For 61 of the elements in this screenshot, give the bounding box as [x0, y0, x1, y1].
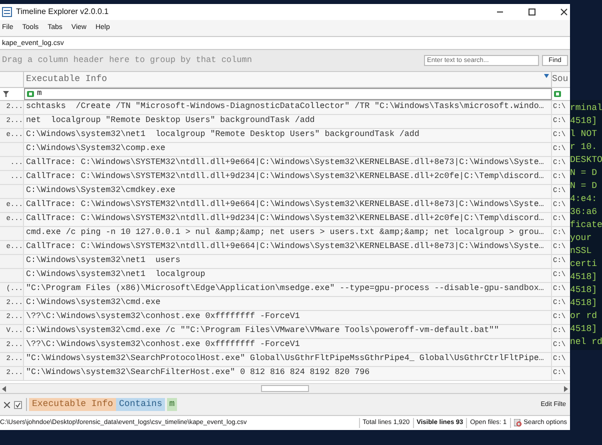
column-header[interactable]: Sou — [552, 72, 570, 87]
terminal-line: 4518] — [570, 115, 598, 128]
condition-icon — [554, 91, 561, 97]
filter-checkbox[interactable] — [14, 400, 22, 408]
table-cell-text: C:\Windows\System32\cmdkey.exe — [26, 185, 176, 198]
terminal-line: N = D — [570, 167, 598, 180]
filter-icon — [3, 91, 9, 97]
terminal-line: your — [570, 232, 593, 245]
terminal-line: nel rd — [570, 336, 602, 349]
terminal-line: 4518] — [570, 297, 598, 310]
terminal-line: nSSL — [570, 245, 593, 258]
window-title: Timeline Explorer v2.0.0.1 — [16, 6, 109, 18]
terminal-line: r 10. — [570, 141, 598, 154]
sort-icon — [544, 74, 549, 78]
maximize-icon[interactable] — [528, 8, 536, 16]
table-cell-text: \??\C:\Windows\system32\conhost.exe 0xffffffff -ForceV1 — [26, 339, 300, 352]
terminal-line: rminal — [570, 102, 602, 115]
table-cell-text: "C:\Windows\system32\SearchProtocolHost.exe" Global\UsGthrFltPipeMssGthrPipe4_ Global\UsGthrCtrlFltPipe… — [26, 353, 544, 366]
terminal-line: certi — [570, 258, 598, 271]
terminal-line: 4518] — [570, 284, 598, 297]
table-cell-text: \??\C:\Windows\system32\conhost.exe 0xffffffff -ForceV1 — [26, 311, 300, 324]
table-cell-text: CallTrace: C:\Windows\SYSTEM32\ntdll.dll+9d234|C:\Windows\System32\KERNELBASE.dll+2c0fe|C:\Temp\discord… — [26, 213, 544, 226]
table-cell-text: C:\Windows\System32\comp.exe — [26, 143, 166, 156]
condition-icon — [27, 91, 34, 97]
terminal-line: DESKTO — [570, 154, 602, 167]
terminal-line: or rd — [570, 310, 598, 323]
table-cell-text: CallTrace: C:\Windows\SYSTEM32\ntdll.dll+9e664|C:\Windows\System32\KERNELBASE.dll+8e73|C:\Windows\Syste… — [26, 241, 544, 254]
table-cell-text: C:\Windows\system32\cmd.exe /c ""C:\Program Files\VMware\VMware Tools\poweroff-vm-default.bat"" — [26, 325, 499, 338]
table-cell-text: C:\Windows\system32\net1 localgroup — [26, 269, 206, 282]
filter-operator[interactable]: Contains — [116, 398, 166, 412]
table-cell-text: C:\Windows\system32\net1 users — [26, 255, 180, 268]
table-cell-text: schtasks /Create /TN "Microsoft-Windows-DiagnosticDataCollector" /TR "C:\Windows\Tasks\microsoft.windo… — [26, 101, 544, 114]
terminal-line: 4518] — [570, 323, 598, 336]
close-icon[interactable] — [4, 402, 10, 408]
check-icon — [15, 402, 21, 408]
terminal-line: ficate — [570, 219, 602, 232]
filter-field[interactable]: m — [24, 88, 552, 100]
table-cell-text: "C:\Windows\system32\SearchFilterHost.exe" 0 812 816 824 8192 820 796 — [26, 367, 370, 380]
table-cell-text: CallTrace: C:\Windows\SYSTEM32\ntdll.dll+9e664|C:\Windows\System32\KERNELBASE.dll+8e73|C:\Windows\Syste… — [26, 199, 544, 212]
scroll-thumb[interactable] — [261, 385, 309, 392]
table-cell-text: C:\Windows\system32\net1 localgroup "Remote Desktop Users" backgroundTask /add — [26, 129, 420, 142]
terminal-line: N = D — [570, 180, 598, 193]
terminal-line: 4:e4: — [570, 193, 598, 206]
table-cell-text: "C:\Program Files (x86)\Microsoft\Edge\Application\msedge.exe" --type=gpu-process --disable-gpu-sandbox… — [26, 283, 544, 296]
table-cell-text: C:\Windows\system32\cmd.exe — [26, 297, 160, 310]
scroll-left-icon[interactable] — [2, 386, 6, 392]
filter-value[interactable]: m — [167, 398, 177, 412]
terminal-line: 36:a6 — [570, 206, 598, 219]
table-cell-text: cmd.exe /c ping -n 10 127.0.0.1 > nul &amp;&amp; net users > users.txt &amp;&amp; net localgroup > grou… — [26, 227, 544, 240]
table-cell-text: CallTrace: C:\Windows\SYSTEM32\ntdll.dll+9e664|C:\Windows\System32\KERNELBASE.dll+8e73|C:\Windows\Syste… — [26, 157, 544, 170]
horizontal-scrollbar[interactable] — [0, 383, 570, 393]
scroll-right-icon[interactable] — [564, 386, 568, 392]
close-icon[interactable] — [560, 8, 568, 16]
filter-column[interactable]: Executable Info — [29, 398, 116, 412]
column-header[interactable]: Executable Info — [24, 72, 552, 87]
group-hint: Drag a column header here to group by that column — [2, 54, 253, 67]
table-cell-text: net localgroup "Remote Desktop Users" backgroundTask /add — [26, 115, 315, 128]
table-cell-text: CallTrace: C:\Windows\SYSTEM32\ntdll.dll+9d234|C:\Windows\System32\KERNELBASE.dll+2c0fe|C:\Temp\discord… — [26, 171, 544, 184]
terminal-line: 4518] — [570, 271, 598, 284]
search-options-icon — [514, 419, 522, 427]
terminal-line: l NOT — [570, 128, 598, 141]
